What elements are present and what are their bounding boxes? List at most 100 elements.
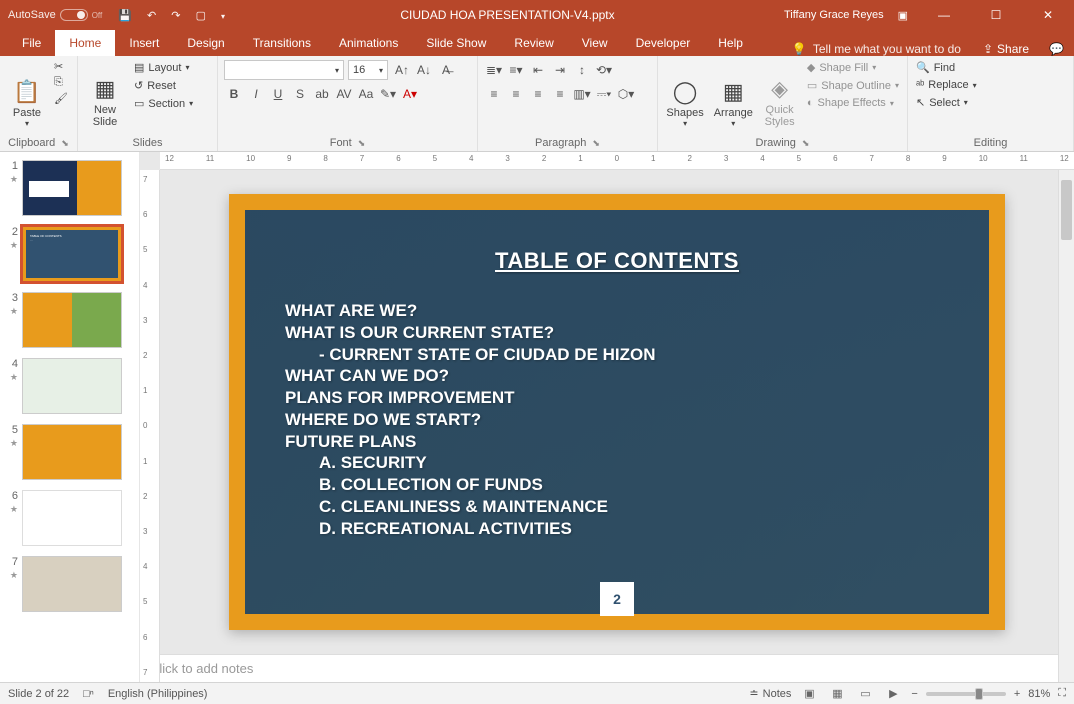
decrease-font-icon[interactable]: A↓ xyxy=(414,60,434,80)
autosave-toggle[interactable]: AutoSave Off xyxy=(8,9,102,21)
font-launcher-icon[interactable]: ⬊ xyxy=(358,138,366,149)
strikethrough-icon[interactable]: S xyxy=(290,84,310,104)
tell-me-search[interactable]: 💡 Tell me what you want to do xyxy=(780,42,973,56)
slide-sorter-view-icon[interactable]: ▦ xyxy=(827,686,847,702)
decrease-indent-icon[interactable]: ⇤ xyxy=(528,60,548,80)
drawing-launcher-icon[interactable]: ⬊ xyxy=(802,138,810,149)
slide-title[interactable]: TABLE OF CONTENTS xyxy=(285,248,949,274)
reading-view-icon[interactable]: ▭ xyxy=(855,686,875,702)
notes-toggle[interactable]: ≐Notes xyxy=(749,687,791,700)
shape-effects-button[interactable]: ◐Shape Effects▾ xyxy=(805,96,901,110)
tab-insert[interactable]: Insert xyxy=(115,30,173,56)
fit-to-window-icon[interactable]: ⛶ xyxy=(1058,687,1066,700)
tab-view[interactable]: View xyxy=(568,30,622,56)
tab-transitions[interactable]: Transitions xyxy=(239,30,325,56)
zoom-slider[interactable] xyxy=(926,692,1006,696)
align-left-icon[interactable]: ≡ xyxy=(484,84,504,104)
minimize-button[interactable]: ― xyxy=(922,0,966,30)
increase-indent-icon[interactable]: ⇥ xyxy=(550,60,570,80)
zoom-level[interactable]: 81% xyxy=(1028,688,1050,700)
paste-button[interactable]: 📋 Paste ▾ xyxy=(6,60,48,128)
slide-canvas[interactable]: TABLE OF CONTENTS WHAT ARE WE?WHAT IS OU… xyxy=(160,170,1074,654)
text-direction-icon[interactable]: ⟲▾ xyxy=(594,60,614,80)
undo-icon[interactable]: ↶ xyxy=(147,10,156,22)
quick-styles-button[interactable]: ◈Quick Styles xyxy=(760,60,799,128)
select-button[interactable]: ↖Select▾ xyxy=(914,95,979,110)
italic-icon[interactable]: I xyxy=(246,84,266,104)
notes-pane[interactable]: Click to add notes xyxy=(140,654,1074,682)
scrollbar-thumb[interactable] xyxy=(1061,180,1072,240)
start-from-beginning-icon[interactable]: ▢ xyxy=(196,10,206,22)
align-text-icon[interactable]: ⎓▾ xyxy=(594,84,614,104)
shape-outline-button[interactable]: ▭Shape Outline▾ xyxy=(805,78,901,93)
section-button[interactable]: ▭Section▾ xyxy=(132,96,195,111)
language-indicator[interactable]: English (Philippines) xyxy=(108,688,208,700)
find-button[interactable]: 🔍Find xyxy=(914,60,979,75)
user-name[interactable]: Tiffany Grace Reyes xyxy=(784,9,884,21)
paragraph-launcher-icon[interactable]: ⬊ xyxy=(592,138,600,149)
font-size-select[interactable]: 16▾ xyxy=(348,60,388,80)
slideshow-view-icon[interactable]: ▶ xyxy=(883,686,903,702)
thumbnail-5[interactable] xyxy=(22,424,122,480)
thumbnail-6[interactable] xyxy=(22,490,122,546)
align-right-icon[interactable]: ≡ xyxy=(528,84,548,104)
thumbnail-2[interactable]: TABLE OF CONTENTS… xyxy=(22,226,122,282)
slide-body[interactable]: WHAT ARE WE?WHAT IS OUR CURRENT STATE?- … xyxy=(285,300,949,539)
tab-home[interactable]: Home xyxy=(55,30,115,56)
qat-dropdown-icon[interactable]: ▾ xyxy=(221,12,225,21)
clipboard-launcher-icon[interactable]: ⬊ xyxy=(61,138,69,149)
bold-icon[interactable]: B xyxy=(224,84,244,104)
tab-developer[interactable]: Developer xyxy=(622,30,705,56)
replace-button[interactable]: ᵃᵇReplace▾ xyxy=(914,78,979,92)
save-icon[interactable]: 💾 xyxy=(118,10,132,22)
vertical-ruler[interactable]: 765432101234567 xyxy=(140,170,160,682)
maximize-button[interactable]: ☐ xyxy=(974,0,1018,30)
thumbnail-7[interactable] xyxy=(22,556,122,612)
shape-fill-button[interactable]: ◆Shape Fill▾ xyxy=(805,60,901,75)
comments-button[interactable]: 💬 xyxy=(1039,42,1074,56)
redo-icon[interactable]: ↷ xyxy=(171,10,180,22)
shadow-icon[interactable]: ab xyxy=(312,84,332,104)
zoom-out-icon[interactable]: − xyxy=(911,688,917,700)
share-button[interactable]: ⇪ Share xyxy=(973,42,1039,56)
font-color-icon[interactable]: A▾ xyxy=(400,84,420,104)
tab-help[interactable]: Help xyxy=(704,30,757,56)
vertical-scrollbar[interactable] xyxy=(1058,170,1074,682)
justify-icon[interactable]: ≡ xyxy=(550,84,570,104)
new-slide-button[interactable]: ▦ New Slide xyxy=(84,60,126,128)
normal-view-icon[interactable]: ▣ xyxy=(799,686,819,702)
zoom-in-icon[interactable]: + xyxy=(1014,688,1020,700)
thumbnail-1[interactable] xyxy=(22,160,122,216)
tab-file[interactable]: File xyxy=(8,30,55,56)
cut-icon[interactable]: ✂ xyxy=(54,60,68,73)
horizontal-ruler[interactable]: 1211109876543210123456789101112 xyxy=(160,152,1074,170)
clear-formatting-icon[interactable]: A̶ xyxy=(436,60,456,80)
copy-icon[interactable]: ⎘ xyxy=(54,76,68,89)
close-button[interactable]: ✕ xyxy=(1026,0,1070,30)
shapes-button[interactable]: ◯Shapes▾ xyxy=(664,60,706,128)
columns-icon[interactable]: ▥▾ xyxy=(572,84,592,104)
increase-font-icon[interactable]: A↑ xyxy=(392,60,412,80)
ribbon-display-icon[interactable]: ▣ xyxy=(898,9,908,22)
character-spacing-icon[interactable]: AV xyxy=(334,84,354,104)
line-spacing-icon[interactable]: ↕ xyxy=(572,60,592,80)
thumbnail-4[interactable] xyxy=(22,358,122,414)
reset-button[interactable]: ↺Reset xyxy=(132,78,195,93)
bullets-icon[interactable]: ≣▾ xyxy=(484,60,504,80)
smartart-icon[interactable]: ⬡▾ xyxy=(616,84,636,104)
change-case-icon[interactable]: Aa xyxy=(356,84,376,104)
align-center-icon[interactable]: ≡ xyxy=(506,84,526,104)
slide-thumbnails-panel[interactable]: 1★ 2★TABLE OF CONTENTS… 3★ 4★ 5★ 6★ 7★ xyxy=(0,152,140,682)
font-family-select[interactable]: ▾ xyxy=(224,60,344,80)
tab-design[interactable]: Design xyxy=(173,30,238,56)
arrange-button[interactable]: ▦Arrange▾ xyxy=(712,60,754,128)
numbering-icon[interactable]: ≡▾ xyxy=(506,60,526,80)
underline-icon[interactable]: U xyxy=(268,84,288,104)
highlight-icon[interactable]: ✎▾ xyxy=(378,84,398,104)
tab-animations[interactable]: Animations xyxy=(325,30,412,56)
format-painter-icon[interactable]: 🖌 xyxy=(54,92,68,105)
slide[interactable]: TABLE OF CONTENTS WHAT ARE WE?WHAT IS OU… xyxy=(229,194,1005,630)
layout-button[interactable]: ▤Layout▾ xyxy=(132,60,195,75)
tab-slideshow[interactable]: Slide Show xyxy=(412,30,500,56)
thumbnail-3[interactable] xyxy=(22,292,122,348)
